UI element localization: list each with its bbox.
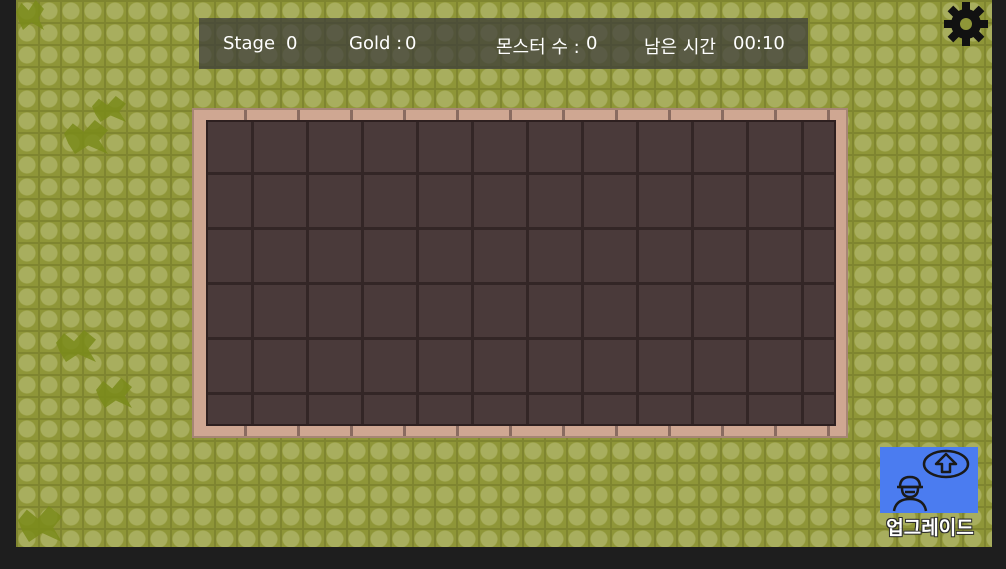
upgrade-arrow-icon — [892, 449, 970, 512]
board-grid[interactable] — [206, 120, 836, 426]
gold-label: Gold : — [349, 33, 403, 54]
settings-button[interactable] — [942, 0, 990, 48]
stage-value: 0 — [286, 33, 298, 54]
upgrade-button[interactable] — [880, 447, 978, 513]
monster-count-label: 몬스터 수 : — [496, 37, 580, 58]
time-left-label: 남은 시간 — [644, 37, 716, 58]
time-left-value: 00:10 — [733, 33, 785, 54]
gold-value: 0 — [405, 33, 417, 54]
upgrade-label: 업그레이드 — [886, 517, 974, 539]
bottom-bar — [0, 547, 1006, 569]
monster-count-value: 0 — [586, 33, 598, 54]
stage-label: Stage — [223, 33, 276, 54]
gear-icon — [944, 2, 988, 46]
worker-icon — [892, 475, 928, 512]
monster-board[interactable] — [192, 108, 848, 438]
status-bar: Stage 0 Gold : 0 몬스터 수 : 0 남은 시간 00:10 — [199, 18, 808, 69]
game-area — [16, 0, 992, 547]
